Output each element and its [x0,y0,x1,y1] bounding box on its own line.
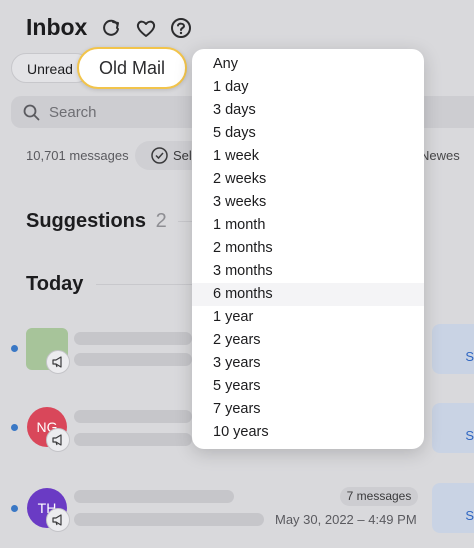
megaphone-icon [46,428,70,452]
row-action-label: S [465,508,474,523]
row-action-button[interactable]: S [432,483,474,533]
thread-count-badge: 7 messages [340,487,418,506]
menu-item-6-months[interactable]: 6 months [192,283,424,306]
unread-dot [11,424,18,431]
sender-placeholder [74,490,234,503]
filter-old-mail[interactable]: Old Mail [77,47,187,89]
unread-dot [11,345,18,352]
sender-placeholder [74,332,192,345]
age-filter-menu: Any 1 day 3 days 5 days 1 week 2 weeks 3… [192,49,424,449]
menu-item-3-years[interactable]: 3 years [192,352,424,375]
menu-item-3-weeks[interactable]: 3 weeks [192,191,424,214]
select-label: Sel [173,148,192,163]
page-title: Inbox [26,14,88,40]
search-icon [23,104,40,121]
menu-item-2-years[interactable]: 2 years [192,329,424,352]
heart-icon[interactable] [135,17,157,39]
menu-item-3-months[interactable]: 3 months [192,260,424,283]
menu-item-2-months[interactable]: 2 months [192,237,424,260]
unread-dot [11,505,18,512]
subject-placeholder [74,353,192,366]
search-placeholder: Search [49,104,97,121]
megaphone-icon [46,508,70,532]
row-action-button[interactable]: S [432,403,474,453]
timestamp: May 30, 2022 – 4:49 PM [275,512,417,527]
menu-item-any[interactable]: Any [192,53,424,76]
row-action-button[interactable]: S [432,324,474,374]
subject-placeholder [74,433,192,446]
suggestions-count: 2 [155,210,167,232]
suggestions-heading: Suggestions 2 [26,210,167,233]
menu-item-1-year[interactable]: 1 year [192,306,424,329]
menu-item-2-weeks[interactable]: 2 weeks [192,168,424,191]
today-heading: Today [26,273,84,295]
menu-item-5-years[interactable]: 5 years [192,375,424,398]
row-action-label: S [465,349,474,364]
menu-item-1-week[interactable]: 1 week [192,145,424,168]
checkmark-circle-icon [151,147,168,164]
menu-item-7-years[interactable]: 7 years [192,398,424,421]
help-icon[interactable] [170,17,192,39]
menu-item-5-days[interactable]: 5 days [192,122,424,145]
row-action-label: S [465,428,474,443]
refresh-icon[interactable] [100,17,122,39]
menu-item-10-years[interactable]: 10 years [192,421,424,444]
sender-placeholder [74,410,192,423]
megaphone-icon [46,350,70,374]
message-count: 10,701 messages [26,148,129,163]
suggestions-label: Suggestions [26,210,147,232]
sort-newest-button[interactable]: Newes [420,148,460,163]
filter-unread-label: Unread [27,61,73,77]
menu-item-3-days[interactable]: 3 days [192,99,424,122]
subject-placeholder [74,513,264,526]
divider [96,284,196,285]
menu-item-1-day[interactable]: 1 day [192,76,424,99]
menu-item-1-month[interactable]: 1 month [192,214,424,237]
